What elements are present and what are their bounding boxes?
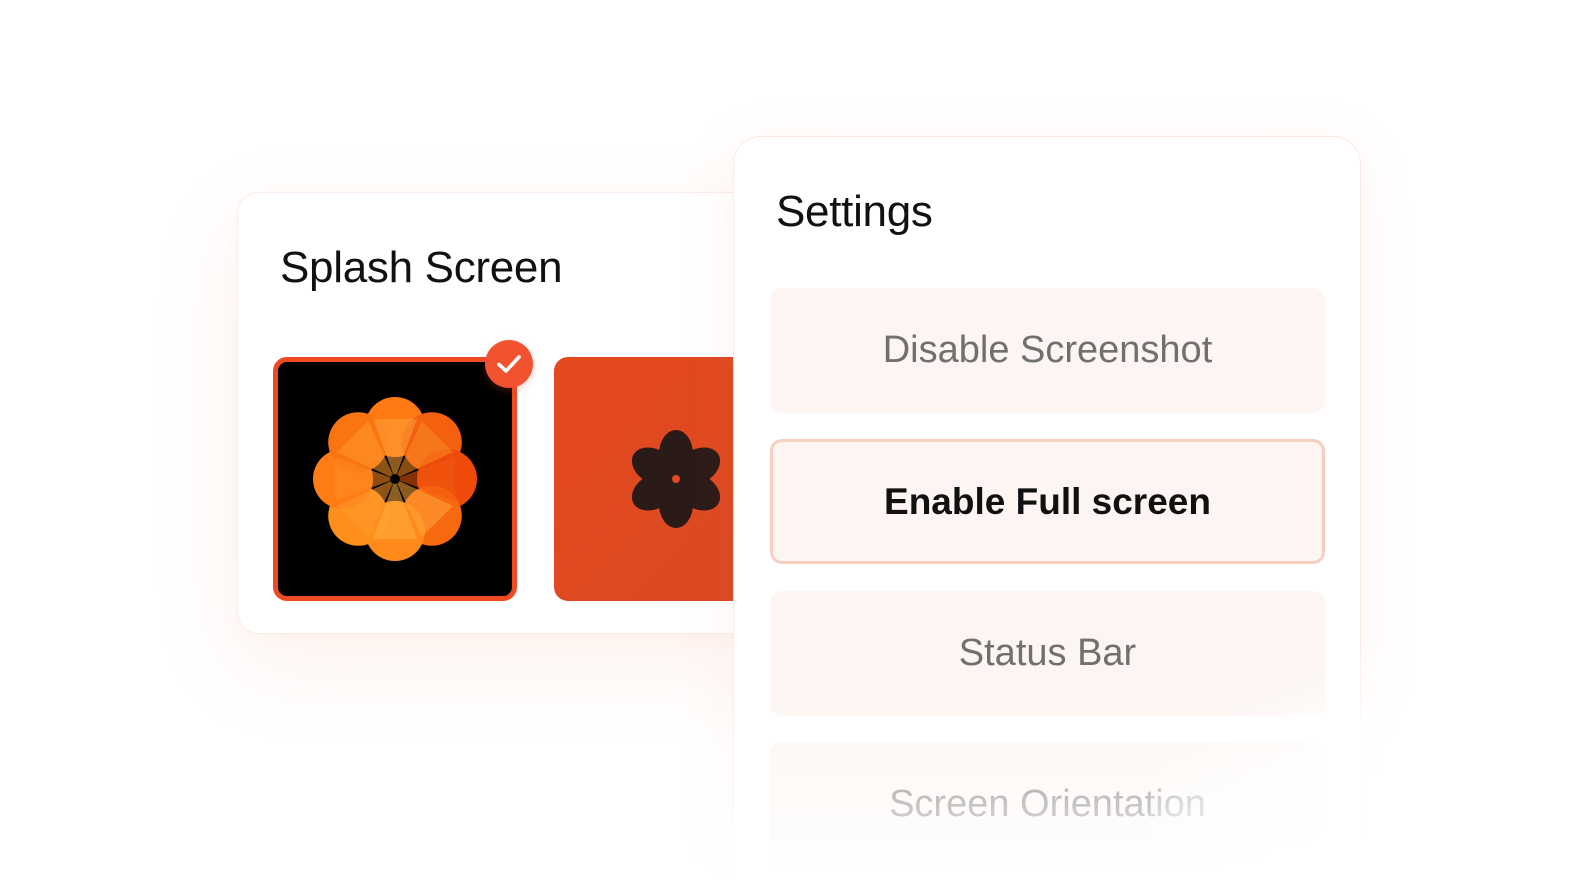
setting-status-bar[interactable]: Status Bar [770,591,1325,716]
splash-screen-title: Splash Screen [280,243,563,292]
setting-disable-screenshot[interactable]: Disable Screenshot [770,288,1325,413]
check-icon [497,355,521,373]
setting-label: Screen Orientation [889,783,1206,825]
settings-title: Settings [776,187,933,236]
setting-screen-orientation[interactable]: Screen Orientation [770,742,1325,867]
splash-option-orange-flower[interactable] [273,357,517,601]
setting-enable-full-screen[interactable]: Enable Full screen [770,439,1325,564]
settings-card: Settings Disable Screenshot Enable Full … [733,136,1361,880]
stage: Splash Screen Settings Disable Screensho… [0,0,1572,880]
splash-screen-card: Splash Screen [237,192,777,634]
selected-check-badge [485,340,533,388]
orange-flower-icon [313,397,477,561]
setting-label: Status Bar [958,632,1137,674]
setting-label: Disable Screenshot [882,329,1213,371]
setting-label: Enable Full screen [884,480,1211,522]
